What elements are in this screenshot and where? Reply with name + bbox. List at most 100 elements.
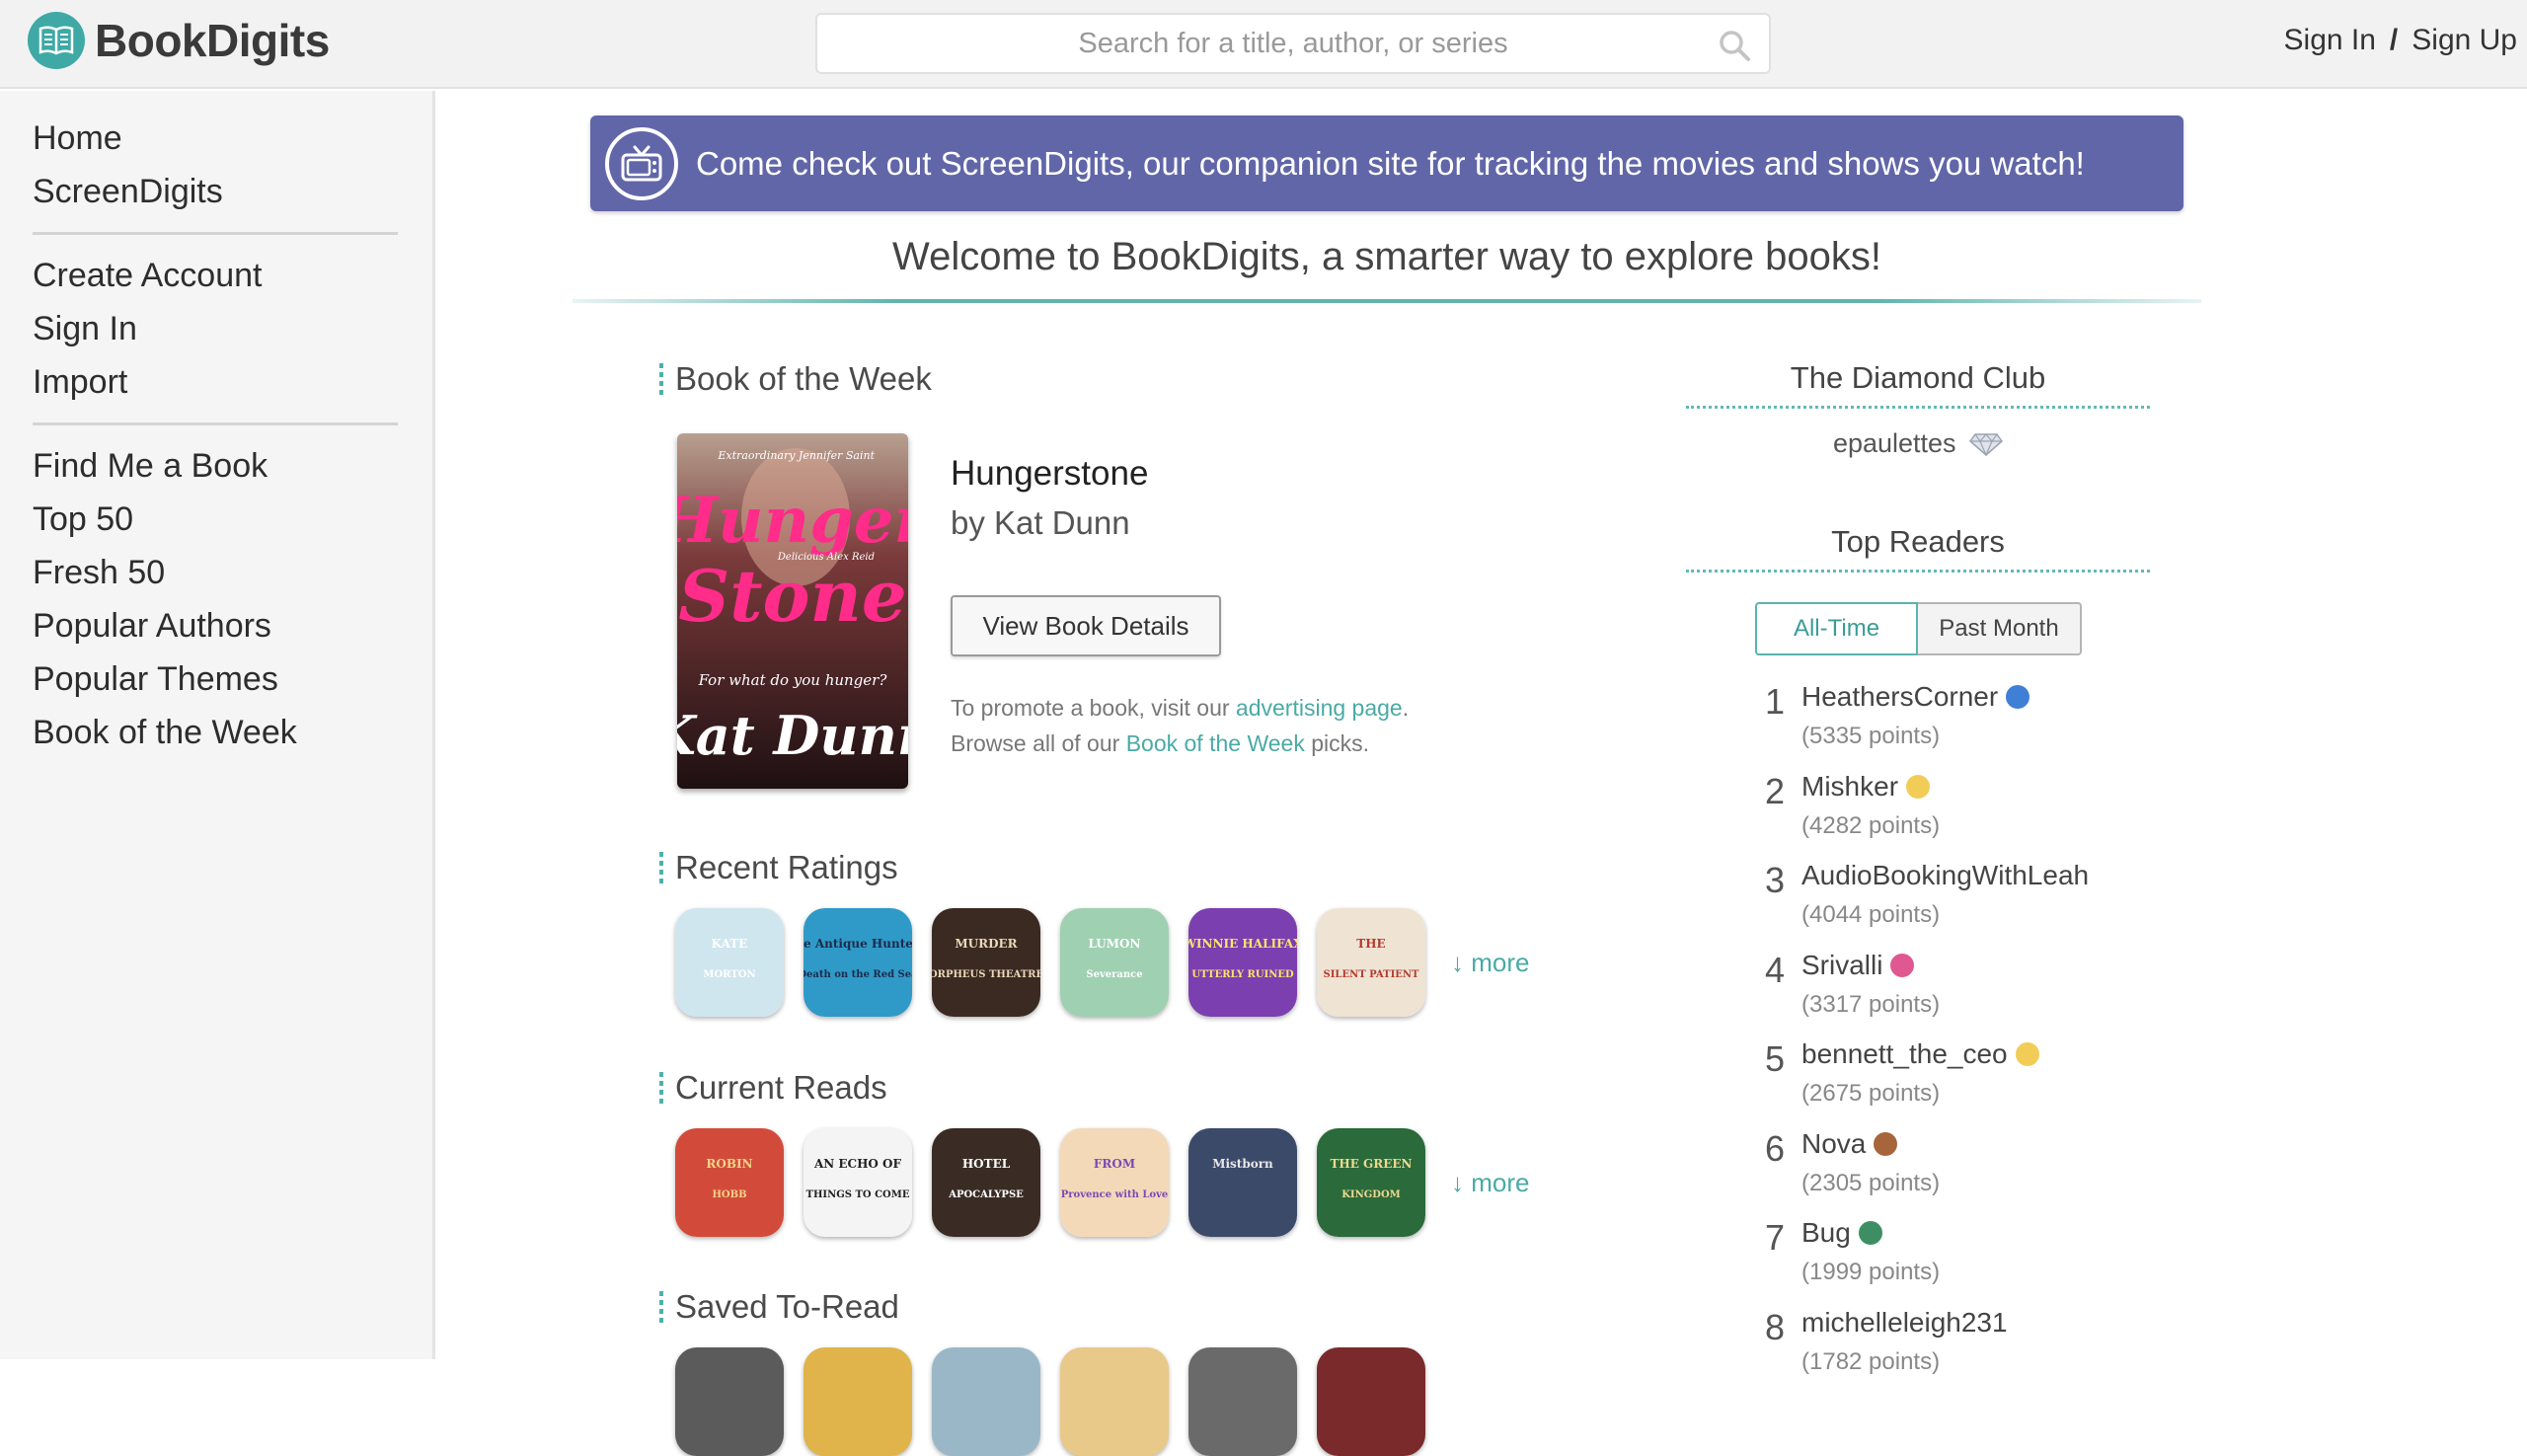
cover-text-top: KATE [712,937,748,951]
cover-text-bottom: UTTERLY RUINED [1191,969,1294,980]
sign-up-link[interactable]: Sign Up [2412,24,2517,57]
sidebar-item-sign-in[interactable]: Sign In [33,302,432,355]
reader-name[interactable]: Nova [1801,1128,1866,1159]
book-title[interactable]: Hungerstone [951,454,1148,494]
reader-points: (2675 points) [1801,1080,1941,1107]
sidebar-item-import[interactable]: Import [33,355,432,409]
sidebar-divider [33,422,398,425]
book-cover-thumb[interactable] [932,1347,1040,1456]
diamond-member-name[interactable]: epaulettes [1833,428,1956,458]
sidebar-item-popular-authors[interactable]: Popular Authors [33,599,432,652]
book-cover-thumb[interactable] [675,1347,784,1456]
book-of-week-picks-link[interactable]: Book of the Week [1126,730,1305,756]
reader-name[interactable]: Srivalli [1801,950,1882,980]
reader-name[interactable]: HeathersCorner [1801,681,1998,712]
book-cover-thumb[interactable]: LUMON Severance [1060,908,1169,1017]
reader-name[interactable]: Mishker [1801,771,1898,802]
book-cover-thumb[interactable]: WINNIE HALIFAX UTTERLY RUINED [1188,908,1297,1017]
reader-badge-icon [2015,1042,2039,1066]
book-cover-thumb[interactable] [1060,1347,1169,1456]
cover-text-top: FROM [1094,1157,1135,1171]
top-header: BookDigits Sign In / Sign Up [0,0,2527,89]
reader-name-wrap: HeathersCorner [1801,681,2030,713]
view-book-details-button[interactable]: View Book Details [951,595,1221,656]
book-cover-thumb[interactable]: THE GREEN KINGDOM [1317,1128,1425,1237]
cover-text-top: MURDER [955,937,1018,951]
book-cover-thumb[interactable]: The Antique Hunter's Death on the Red Sea [804,908,912,1017]
saved-to-read-heading: Saved To-Read [659,1288,899,1326]
diamond-club-heading: The Diamond Club [1686,360,2150,409]
reader-rank: 6 [1764,1127,1785,1169]
sidebar-item-home[interactable]: Home [33,112,432,165]
reader-badge-icon [1858,1221,1882,1245]
sidebar-item-find-me-a-book[interactable]: Find Me a Book [33,439,432,493]
reader-name-wrap: michelleleigh231 [1801,1307,2008,1339]
reader-name[interactable]: Bug [1801,1217,1851,1248]
reader-badge-icon [2006,685,2030,709]
more-link[interactable]: ↓ more [1451,1168,1529,1198]
sidebar-item-fresh-50[interactable]: Fresh 50 [33,546,432,599]
reader-rank: 1 [1764,681,1785,722]
reader-name-wrap: Srivalli [1801,950,1915,981]
promo-text: picks. [1304,730,1370,756]
reader-points: (2305 points) [1801,1169,1941,1196]
book-cover-thumb[interactable] [1317,1347,1425,1456]
reader-badge-icon [1906,774,1931,799]
book-author[interactable]: by Kat Dunn [951,504,1130,542]
reader-badge-icon [1890,953,1915,977]
auth-links: Sign In / Sign Up [2284,24,2517,57]
saved-to-read-row [675,1347,1425,1456]
sidebar-item-create-account[interactable]: Create Account [33,249,432,302]
cover-text-top: HOTEL [962,1157,1011,1171]
screendigits-banner[interactable]: Come check out ScreenDigits, our compani… [590,115,2183,211]
sidebar-item-screendigits[interactable]: ScreenDigits [33,165,432,218]
promo-text: Browse all of our [951,730,1126,756]
tab-past-month[interactable]: Past Month [1918,602,2082,655]
nav-group-account: Create Account Sign In Import [0,249,432,409]
book-cover-thumb[interactable]: AN ECHO OF THINGS TO COME [804,1128,912,1237]
reader-name-wrap: bennett_the_ceo [1801,1038,2039,1070]
reader-name-wrap: Mishker [1801,771,1931,803]
sidebar-item-book-of-the-week[interactable]: Book of the Week [33,706,432,759]
book-cover-thumb[interactable]: MURDER ORPHEUS THEATRE [932,908,1040,1017]
book-cover-thumb[interactable]: FROM Provence with Love [1060,1128,1169,1237]
welcome-heading: Welcome to BookDigits, a smarter way to … [892,235,1881,278]
cover-author: Kat Dunn [677,704,908,767]
reader-points: (1782 points) [1801,1347,1941,1375]
welcome-divider [573,299,2201,303]
book-cover-thumb[interactable] [1188,1347,1297,1456]
reader-points: (1999 points) [1801,1259,1941,1285]
search-input[interactable] [817,15,1769,72]
diamond-club-member: epaulettes [1686,428,2150,459]
recent-ratings-row: KATE MORTON The Antique Hunter's Death on t… [675,908,1529,1017]
more-link[interactable]: ↓ more [1451,948,1529,978]
book-cover-thumb[interactable]: HOTEL APOCALYPSE [932,1128,1040,1237]
tv-icon [605,126,678,200]
reader-name[interactable]: michelleleigh231 [1801,1307,2008,1338]
cover-text-top: THE [1356,937,1385,951]
cover-text-bottom: APOCALYPSE [948,1189,1024,1200]
current-reads-row: ROBIN HOBB AN ECHO OF THINGS TO COME HOTEL AP… [675,1128,1529,1237]
book-cover-thumb[interactable]: KATE MORTON [675,908,784,1017]
reader-points: (4044 points) [1801,901,1941,928]
book-of-week-cover[interactable]: Extraordinary Jennifer Saint Hunger Ston… [677,433,908,789]
promo-text: To promote a book, visit our [951,695,1236,721]
sidebar-item-popular-themes[interactable]: Popular Themes [33,652,432,706]
reader-name[interactable]: AudioBookingWithLeah [1801,860,2089,890]
cover-tagline: For what do you hunger? [698,671,888,689]
book-cover-thumb[interactable]: THE SILENT PATIENT [1317,908,1425,1017]
book-cover-thumb[interactable]: Mistborn [1188,1128,1297,1237]
cover-text-top: WINNIE HALIFAX [1188,937,1297,951]
book-cover-thumb[interactable] [804,1347,912,1456]
sidebar-item-top-50[interactable]: Top 50 [33,493,432,546]
search-icon[interactable] [1718,29,1751,62]
book-cover-thumb[interactable]: ROBIN HOBB [675,1128,784,1237]
reader-rank: 8 [1764,1306,1785,1347]
site-logo[interactable]: BookDigits [28,12,330,69]
advertising-page-link[interactable]: advertising page [1236,695,1403,721]
tab-all-time[interactable]: All-Time [1755,602,1918,655]
sign-in-link[interactable]: Sign In [2284,24,2376,57]
reader-name[interactable]: bennett_the_ceo [1801,1038,2008,1069]
cover-blurb-top: Extraordinary Jennifer Saint [717,449,875,462]
cover-text-bottom: ORPHEUS THEATRE [932,969,1040,980]
